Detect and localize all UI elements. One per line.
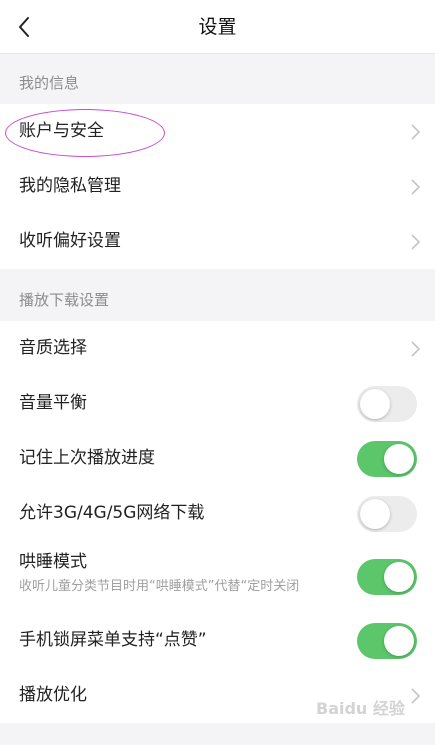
row-label: 哄睡模式 xyxy=(19,552,87,572)
chevron-right-icon xyxy=(411,178,421,195)
sleep-mode-toggle[interactable] xyxy=(357,559,417,595)
baidu-watermark: Baidu 经验 xyxy=(316,699,405,718)
row-lockscreen-like: 手机锁屏菜单支持“点赞” xyxy=(0,613,435,668)
remember-progress-toggle[interactable] xyxy=(357,440,417,477)
row-sublabel: 收听儿童分类节目时用“哄睡模式”代替“定时关闭 xyxy=(19,579,300,594)
toggle-knob xyxy=(384,625,414,656)
row-listening-preferences[interactable]: 收听偏好设置 xyxy=(0,214,435,269)
row-label: 音量平衡 xyxy=(19,393,87,413)
chevron-right-icon xyxy=(411,340,421,357)
chevron-right-icon xyxy=(411,123,421,140)
toggle-knob xyxy=(360,388,390,419)
section-header-playback-download: 播放下载设置 xyxy=(19,291,110,309)
row-remember-progress: 记住上次播放进度 xyxy=(0,431,435,486)
toggle-knob xyxy=(384,562,414,592)
volume-balance-toggle[interactable] xyxy=(357,385,417,422)
lockscreen-like-toggle[interactable] xyxy=(357,622,417,659)
mobile-data-download-toggle[interactable] xyxy=(357,495,417,532)
toggle-knob xyxy=(384,443,414,474)
row-label: 播放优化 xyxy=(19,685,87,705)
row-label: 允许3G/4G/5G网络下载 xyxy=(19,503,205,523)
row-label: 我的隐私管理 xyxy=(19,176,121,196)
row-label: 收听偏好设置 xyxy=(19,231,121,251)
navigation-bar: 设置 xyxy=(0,0,435,54)
row-sleep-mode: 哄睡模式 收听儿童分类节目时用“哄睡模式”代替“定时关闭 xyxy=(0,541,435,613)
chevron-right-icon xyxy=(411,233,421,250)
toggle-knob xyxy=(360,498,390,529)
row-volume-balance: 音量平衡 xyxy=(0,376,435,431)
row-label: 记住上次播放进度 xyxy=(19,448,155,468)
section-header-my-info: 我的信息 xyxy=(19,74,80,92)
page-title: 设置 xyxy=(198,16,237,38)
group-my-info: 账户与安全 我的隐私管理 收听偏好设置 xyxy=(0,104,435,269)
row-privacy-management[interactable]: 我的隐私管理 xyxy=(0,159,435,214)
row-audio-quality[interactable]: 音质选择 xyxy=(0,321,435,376)
row-label: 音质选择 xyxy=(19,338,87,358)
group-playback-download: 音质选择 音量平衡 记住上次播放进度 允许3G/4G/5G网络下载 哄睡模式 收… xyxy=(0,321,435,723)
row-mobile-data-download: 允许3G/4G/5G网络下载 xyxy=(0,486,435,541)
settings-screen: 设置 我的信息 账户与安全 我的隐私管理 收听偏好设置 播放下载设置 音质选择 … xyxy=(0,0,435,745)
row-account-security[interactable]: 账户与安全 xyxy=(0,104,435,159)
row-label: 手机锁屏菜单支持“点赞” xyxy=(19,630,207,650)
row-label: 账户与安全 xyxy=(19,121,104,141)
